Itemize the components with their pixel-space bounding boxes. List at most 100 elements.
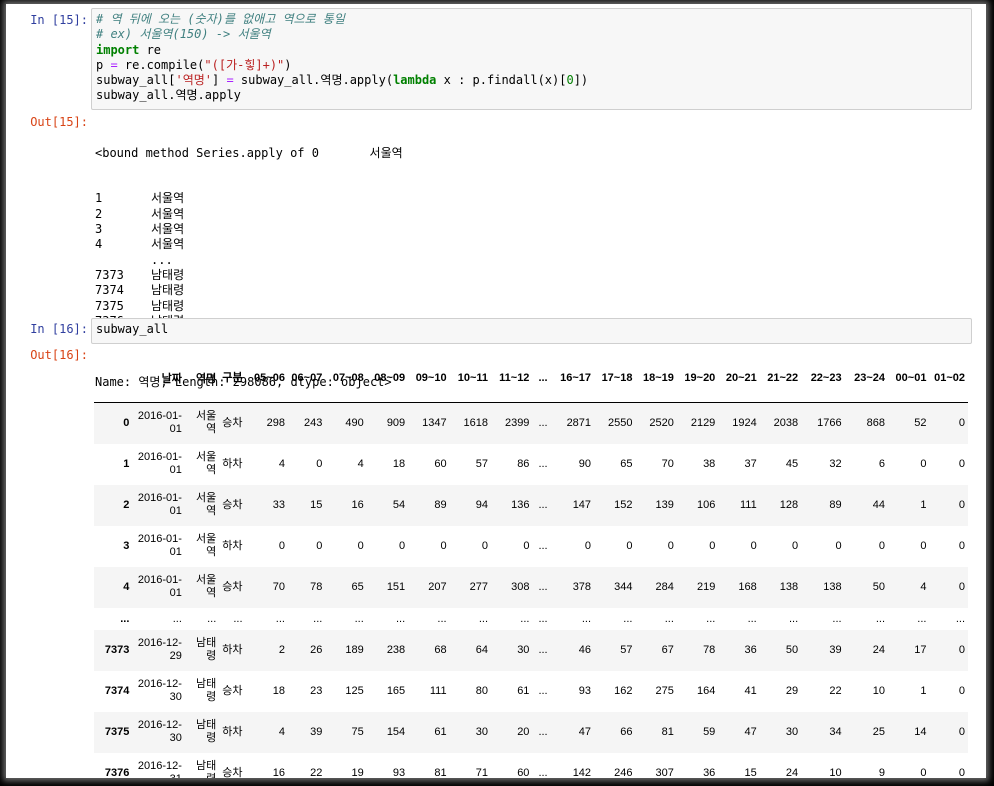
code-keyword: import — [96, 42, 140, 57]
table-cell: 0 — [920, 540, 927, 552]
row-index: 1 — [123, 458, 130, 470]
table-cell: 승차 — [222, 498, 243, 511]
table-cell: ... — [955, 612, 965, 625]
table-cell: 34 — [829, 726, 842, 738]
table-cell: 46 — [578, 644, 592, 656]
column-header: 06~07 — [287, 354, 326, 403]
series-index: 3 — [95, 222, 103, 237]
table-cell: 29 — [785, 685, 799, 697]
code-text: ]) — [573, 73, 589, 88]
table-cell: ... — [538, 458, 548, 470]
row-index: 7373 — [104, 644, 130, 656]
code-input-16[interactable]: subway_all — [91, 318, 972, 344]
table-cell: 9 — [878, 767, 886, 778]
table-cell: 307 — [655, 767, 674, 778]
table-row: 7375 2016-12-30 남태령 하차 4 39 75 154 61 30 20... 47 66… — [94, 711, 968, 753]
column-header: 구분 — [219, 354, 246, 403]
table-cell: 168 — [738, 581, 757, 593]
table-cell: ... — [233, 612, 243, 625]
table-cell: 86 — [517, 458, 530, 470]
table-cell: 0 — [316, 540, 323, 552]
table-row: 0 2016-01-01 서울역 승차 298 243 490 909 1347 1618 2399… — [94, 402, 968, 444]
code-15[interactable]: # 역 뒤에 오는 (숫자)를 없애고 역으로 통일 # ex) 서울역(150… — [92, 9, 971, 107]
code-text: subway_all[ — [96, 73, 176, 88]
table-cell: 66 — [620, 726, 633, 738]
table-cell: ... — [538, 685, 548, 697]
table-row: 7374 2016-12-30 남태령 승차 18 23 125 165 111 80 61... 9… — [94, 671, 968, 712]
table-cell: 서울역 — [196, 533, 217, 558]
column-header: 08~09 — [366, 354, 409, 403]
table-cell: 125 — [345, 685, 364, 697]
table-cell: 59 — [703, 726, 716, 738]
table-cell: 1766 — [817, 417, 842, 430]
table-cell: 남태령 — [196, 760, 217, 778]
series-row: 2 서울역 — [95, 207, 403, 222]
table-cell: 89 — [434, 499, 447, 511]
table-cell: 50 — [872, 581, 886, 593]
table-cell: 65 — [351, 581, 364, 593]
table-cell: 39 — [310, 726, 323, 738]
table-cell: ... — [275, 612, 285, 625]
table-cell: 0 — [399, 540, 406, 552]
table-cell: 238 — [386, 644, 406, 656]
table-cell: 189 — [345, 644, 364, 656]
table-cell: 15 — [310, 499, 323, 511]
table-cell: 서울역 — [196, 451, 217, 476]
table-cell: 47 — [578, 726, 592, 738]
table-row: 2 2016-01-01 서울역 승차 33 15 16 54 89 94 136... 147 152… — [94, 484, 968, 526]
table-body: 0 2016-01-01 서울역 승차 298 243 490 909 1347 1618 2399… — [94, 402, 968, 778]
code-16[interactable]: subway_all — [92, 319, 971, 340]
table-cell: 136 — [511, 499, 530, 511]
table-cell: 81 — [661, 726, 674, 738]
series-value: 남태령 — [151, 267, 185, 282]
table-cell: 111 — [740, 499, 757, 511]
table-cell: 0 — [958, 499, 965, 511]
series-index: 4 — [95, 237, 103, 252]
table-cell: 하차 — [222, 539, 243, 552]
table-cell: 71 — [475, 767, 489, 778]
table-cell: 23 — [310, 685, 323, 697]
table-cell: 0 — [958, 767, 965, 778]
table-cell: 68 — [434, 644, 447, 656]
table-cell: 2016-12-30 — [137, 678, 182, 703]
table-cell: 57 — [475, 458, 489, 470]
series-row: 7373 남태령 — [95, 268, 403, 283]
table-cell: 14 — [914, 726, 927, 738]
row-index: 7375 — [104, 726, 130, 738]
series-row: 7374 남태령 — [95, 283, 403, 298]
table-cell: 하차 — [222, 643, 243, 656]
code-string: "([가-힣]+)" — [204, 57, 285, 72]
code-text: subway_all.역명.apply( — [233, 73, 394, 88]
code-text: x : p.findall(x)[ — [436, 73, 567, 88]
table-cell: 0 — [750, 540, 757, 552]
code-text: ] — [212, 73, 227, 88]
code-input-15[interactable]: # 역 뒤에 오는 (숫자)를 없애고 역으로 통일 # ex) 서울역(150… — [91, 8, 972, 110]
code-number: 0 — [566, 73, 574, 88]
table-cell: 0 — [278, 540, 285, 552]
table-cell: 868 — [866, 417, 886, 430]
table-cell: 93 — [392, 767, 406, 778]
series-index: 7373 — [95, 267, 124, 282]
table-cell: 30 — [517, 644, 530, 656]
table-cell: 0 — [958, 685, 965, 697]
table-cell: 승차 — [222, 684, 243, 697]
column-header: 날짜 — [132, 354, 185, 403]
code-text: re.compile( — [117, 57, 205, 72]
table-cell: 서울역 — [196, 492, 217, 517]
column-header — [94, 354, 133, 403]
table-cell: 70 — [272, 581, 285, 593]
table-cell: 33 — [272, 499, 285, 511]
series-index: 1 — [95, 191, 103, 206]
table-cell: 남태령 — [196, 637, 217, 662]
row-index: 7374 — [104, 685, 130, 697]
table-cell: 147 — [572, 499, 592, 511]
code-text: re — [139, 42, 162, 57]
code-operator: = — [110, 57, 118, 72]
table-cell: 0 — [523, 540, 530, 552]
table-cell: ... — [396, 612, 406, 625]
output-head: <bound method Series.apply of 0 서울역 — [95, 145, 403, 160]
table-cell: 909 — [386, 417, 406, 430]
code-comment: # 역 뒤에 오는 (숫자)를 없애고 역으로 통일 — [96, 12, 345, 26]
table-cell: 0 — [920, 767, 927, 778]
table-cell: 138 — [779, 581, 799, 593]
